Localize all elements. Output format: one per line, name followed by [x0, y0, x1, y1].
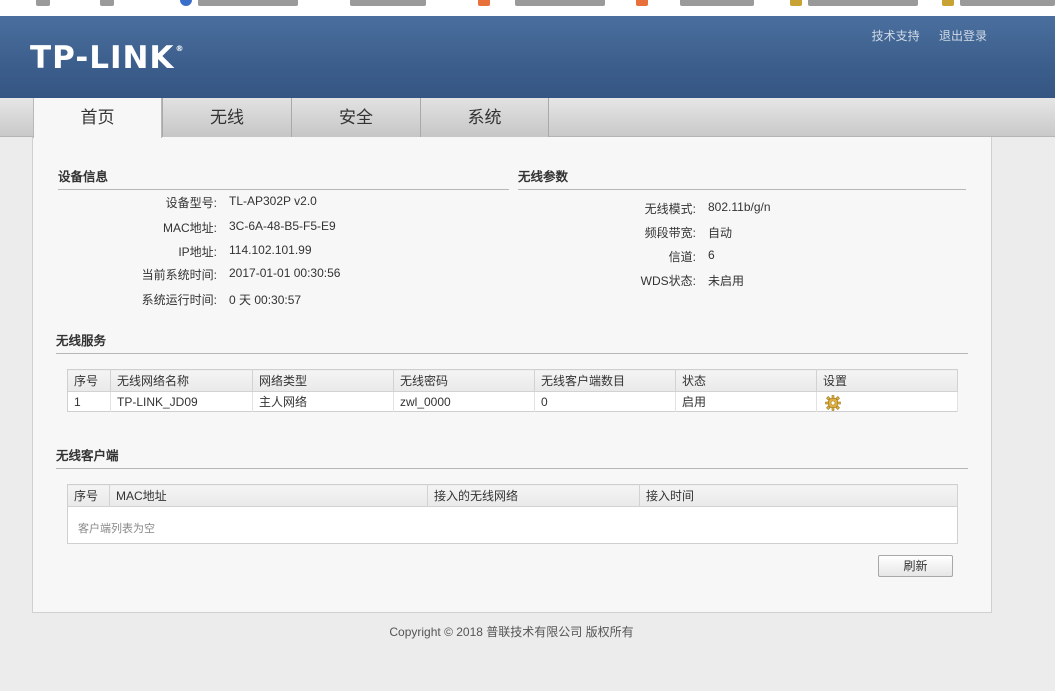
cell-client-count: 0: [534, 391, 676, 412]
wireless-param-label: 信道:: [668, 250, 696, 264]
device-info-row: 系统运行时间: 0 天 00:30:57: [33, 291, 503, 307]
column-header: 无线密码: [393, 369, 535, 392]
logout-link[interactable]: 退出登录: [939, 29, 987, 43]
tab-security[interactable]: 安全: [291, 98, 420, 137]
bookmark-item[interactable]: [960, 0, 1055, 6]
wireless-clients-title: 无线客户端: [56, 445, 968, 469]
column-header: 状态: [675, 369, 817, 392]
device-info-value: 3C-6A-48-B5-F5-E9: [229, 219, 336, 233]
column-header: MAC地址: [109, 484, 428, 508]
bookmark-icon[interactable]: [790, 0, 802, 6]
device-info-label: 当前系统时间:: [141, 268, 217, 282]
column-header: 接入的无线网络: [427, 484, 640, 508]
tp-link-logo: TP-LINK®: [30, 40, 185, 76]
device-info-title: 设备信息: [58, 166, 509, 190]
bookmark-item[interactable]: [100, 0, 114, 6]
refresh-button[interactable]: 刷新: [878, 555, 953, 577]
bookmark-item[interactable]: [36, 0, 50, 6]
clients-empty-text: 客户端列表为空: [78, 523, 155, 535]
column-header: 接入时间: [639, 484, 958, 508]
cell-password: zwl_0000: [393, 391, 535, 412]
wireless-clients-table: 序号 MAC地址 接入的无线网络 接入时间: [67, 484, 958, 544]
column-header: 序号: [67, 369, 111, 392]
column-header: 无线客户端数目: [534, 369, 676, 392]
bookmark-item[interactable]: [198, 0, 298, 6]
device-info-row: IP地址: 114.102.101.99: [33, 243, 503, 259]
wireless-param-value: 6: [708, 248, 715, 262]
wireless-service-title: 无线服务: [56, 330, 968, 354]
wireless-param-row: 信道: 6: [518, 248, 958, 264]
header-links: 技术支持 退出登录: [856, 27, 987, 44]
bookmark-item[interactable]: [808, 0, 918, 6]
device-info-label: MAC地址:: [162, 221, 217, 235]
table-header-row: 序号 无线网络名称 网络类型 无线密码 无线客户端数目 状态 设置: [67, 369, 958, 392]
table-header-row: 序号 MAC地址 接入的无线网络 接入时间: [67, 484, 958, 508]
wireless-param-label: WDS状态:: [640, 274, 696, 288]
bookmark-item[interactable]: [680, 0, 754, 6]
wireless-param-value: 未启用: [708, 274, 745, 288]
bookmark-icon[interactable]: [180, 0, 192, 6]
tab-home[interactable]: 首页: [33, 98, 162, 138]
column-header: 网络类型: [252, 369, 394, 392]
device-info-value: 0 天 00:30:57: [229, 293, 302, 307]
browser-bookmark-strip: [0, 0, 1055, 16]
bookmark-icon[interactable]: [942, 0, 954, 6]
wireless-param-row: 无线模式: 802.11b/g/n: [518, 200, 958, 216]
device-info-value: TL-AP302P v2.0: [229, 194, 317, 208]
wireless-param-label: 频段带宽:: [644, 226, 696, 240]
tech-support-link[interactable]: 技术支持: [872, 29, 920, 43]
cell-index: 1: [67, 391, 111, 412]
wireless-param-value: 自动: [708, 226, 733, 240]
bookmark-icon[interactable]: [636, 0, 648, 6]
empty-row: [68, 507, 958, 544]
device-info-label: IP地址:: [178, 245, 217, 259]
cell-ssid: TP-LINK_JD09: [110, 391, 253, 412]
wireless-param-row: WDS状态: 未启用: [518, 272, 958, 288]
copyright-footer: Copyright © 2018 普联技术有限公司 版权所有: [389, 625, 634, 639]
device-info-label: 系统运行时间:: [141, 293, 217, 307]
column-header: 序号: [67, 484, 110, 508]
wireless-service-table: 序号 无线网络名称 网络类型 无线密码 无线客户端数目 状态 设置 1 TP-L…: [67, 369, 958, 412]
bookmark-item[interactable]: [515, 0, 605, 6]
gear-icon[interactable]: [825, 395, 841, 411]
device-info-label: 设备型号:: [165, 196, 217, 210]
table-row: [68, 507, 958, 544]
device-info-row: MAC地址: 3C-6A-48-B5-F5-E9: [33, 219, 503, 235]
main-tab-bar: 首页 无线 安全 系统: [0, 98, 1055, 138]
column-header: 无线网络名称: [110, 369, 253, 392]
table-row: 1 TP-LINK_JD09 主人网络 zwl_0000 0 启用: [67, 391, 958, 412]
device-info-row: 设备型号: TL-AP302P v2.0: [33, 194, 503, 210]
device-info-value: 114.102.101.99: [229, 243, 312, 257]
tab-system[interactable]: 系统: [420, 98, 549, 137]
device-info-value: 2017-01-01 00:30:56: [229, 266, 341, 280]
wireless-param-label: 无线模式:: [644, 202, 696, 216]
tab-wireless[interactable]: 无线: [162, 98, 291, 137]
home-panel: 设备信息 设备型号: TL-AP302P v2.0 MAC地址: 3C-6A-4…: [32, 137, 992, 613]
wireless-param-row: 频段带宽: 自动: [518, 224, 958, 240]
bookmark-item[interactable]: [350, 0, 426, 6]
cell-network-type: 主人网络: [252, 391, 394, 412]
cell-settings: [816, 391, 958, 412]
device-info-row: 当前系统时间: 2017-01-01 00:30:56: [33, 266, 503, 282]
wireless-param-value: 802.11b/g/n: [708, 200, 771, 214]
cell-status: 启用: [675, 391, 817, 412]
header-bar: TP-LINK® 技术支持 退出登录: [0, 16, 1055, 98]
bookmark-icon[interactable]: [478, 0, 490, 6]
column-header: 设置: [816, 369, 958, 392]
wireless-params-title: 无线参数: [518, 166, 966, 190]
